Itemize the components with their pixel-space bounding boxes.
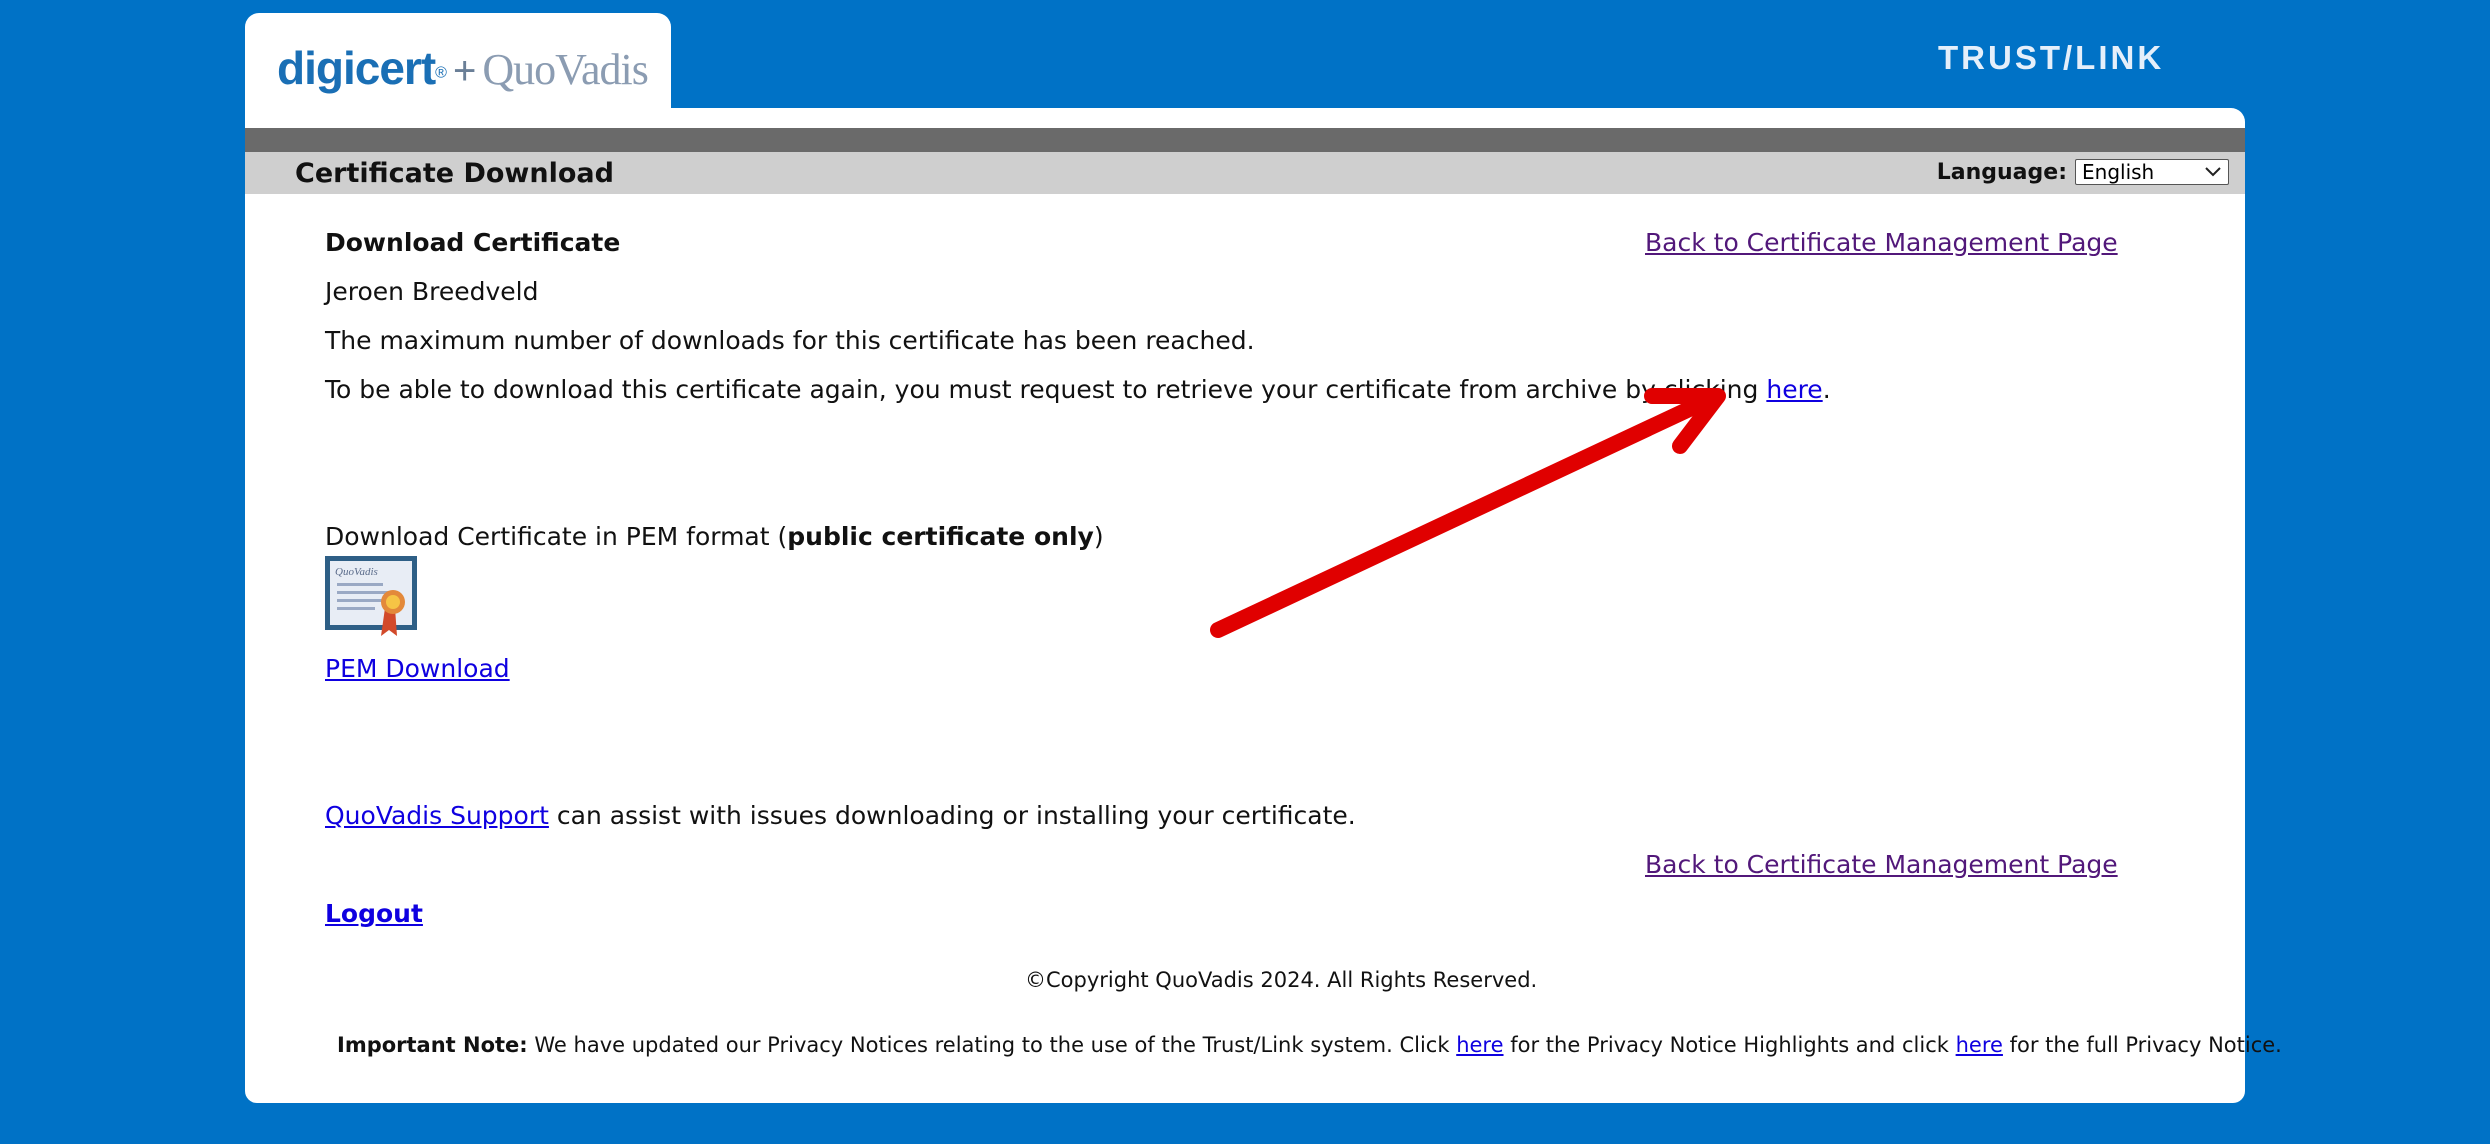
language-label: Language: [1936, 159, 2067, 185]
back-to-management-link[interactable]: Back to Certificate Management Page [1645, 228, 2118, 257]
trustlink-brand: TRUST/LINK [1938, 39, 2165, 76]
back-to-management-link-bottom[interactable]: Back to Certificate Management Page [1645, 850, 2118, 879]
language-selector-group: Language: English [1937, 159, 2229, 185]
support-text: can assist with issues downloading or in… [556, 801, 1356, 830]
pem-text-bold: public certificate only [787, 522, 1094, 551]
pem-download-link[interactable]: PEM Download [325, 654, 510, 683]
digicert-quovadis-logo[interactable]: digicert® + QuoVadis [277, 41, 649, 95]
privacy-note-text-1: We have updated our Privacy Notices rela… [534, 1033, 1450, 1057]
retrieve-message: To be able to download this certificate … [325, 375, 1831, 404]
language-select-value: English [2082, 160, 2155, 184]
page-frame: digicert® + QuoVadis TRUST/LINK Certificat… [245, 13, 2282, 1103]
privacy-note: Important Note: We have updated our Priv… [337, 1033, 2282, 1057]
privacy-note-label: Important Note: [337, 1033, 528, 1057]
privacy-note-text-3: for the full Privacy Notice. [2009, 1033, 2282, 1057]
header-divider-bar [245, 128, 2245, 152]
pem-text-prefix: Download Certificate in PEM format ( [325, 522, 788, 551]
title-bar: Certificate Download Language: English [245, 152, 2245, 194]
certificate-icon[interactable]: QuoVadis [325, 556, 417, 638]
language-select[interactable]: English [2075, 159, 2229, 185]
support-message: QuoVadis Support can assist with issues … [325, 801, 1356, 830]
content-top [245, 108, 2245, 128]
retrieve-end: . [1822, 375, 1831, 404]
privacy-note-text-2: for the Privacy Notice Highlights and cl… [1510, 1033, 1949, 1057]
max-downloads-message: The maximum number of downloads for this… [325, 326, 1255, 355]
copyright-text: ©Copyright QuoVadis 2024. All Rights Res… [1025, 968, 1538, 992]
main-card: Certificate Download Language: English D… [245, 128, 2282, 1103]
retrieve-text: To be able to download this certificate … [325, 375, 1759, 404]
privacy-highlights-link[interactable]: here [1456, 1033, 1503, 1057]
section-heading: Download Certificate [325, 228, 621, 257]
pem-format-text: Download Certificate in PEM format (publ… [325, 522, 1104, 551]
page-title: Certificate Download [295, 158, 614, 189]
svg-text:QuoVadis: QuoVadis [335, 566, 378, 578]
chevron-down-icon [2205, 167, 2221, 177]
quovadis-support-link[interactable]: QuoVadis Support [325, 801, 549, 830]
certificate-holder-name: Jeroen Breedveld [325, 277, 539, 306]
logout-link[interactable]: Logout [325, 899, 423, 928]
retrieve-archive-link[interactable]: here [1766, 375, 1822, 404]
pem-text-suffix: ) [1093, 522, 1104, 551]
privacy-full-link[interactable]: here [1956, 1033, 2003, 1057]
